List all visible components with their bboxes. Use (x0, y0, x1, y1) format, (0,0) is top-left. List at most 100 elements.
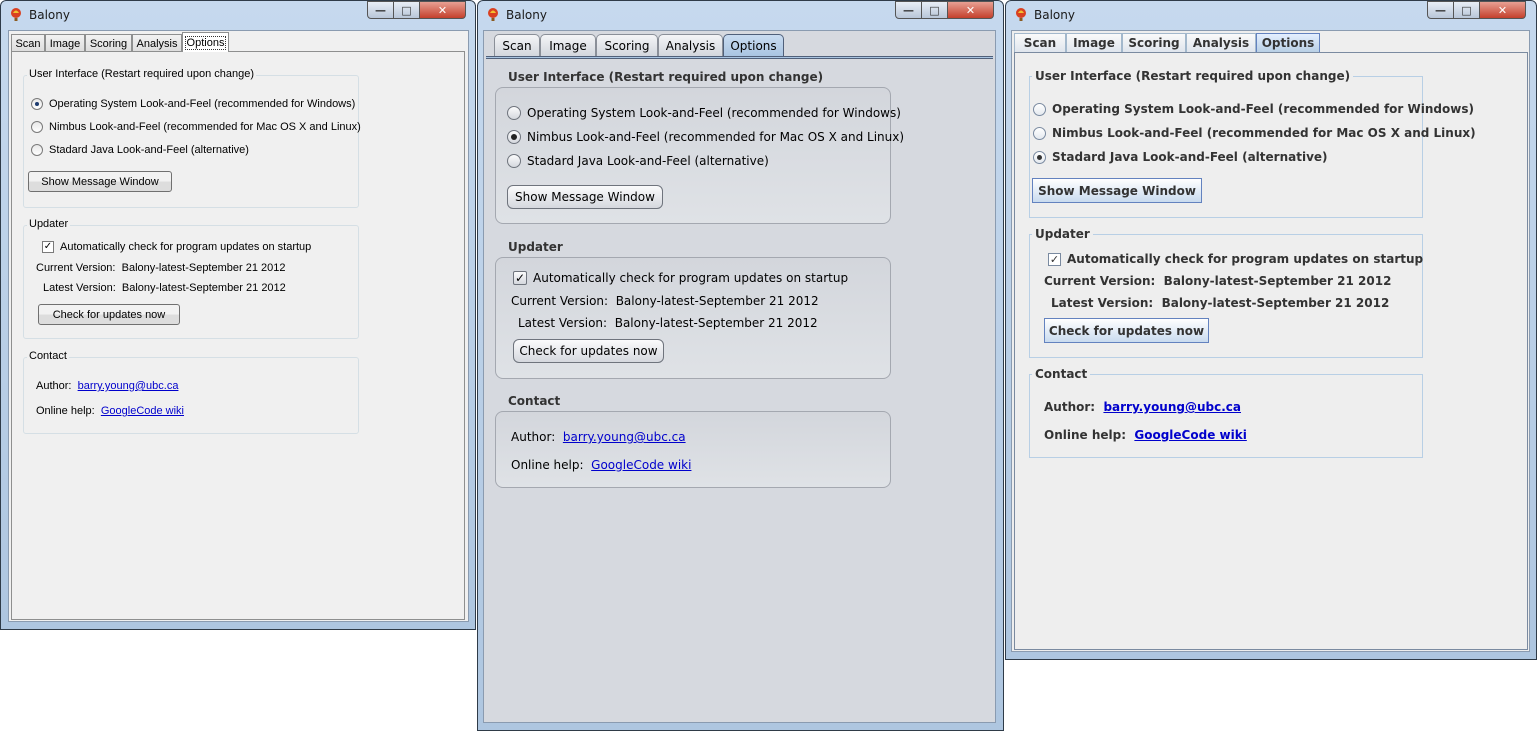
author-email-link[interactable]: barry.young@ubc.ca (1103, 400, 1241, 414)
current-version-row: Current Version: Balony-latest-September… (1044, 274, 1391, 288)
author-label: Author: (36, 380, 72, 392)
close-button[interactable]: ✕ (1480, 1, 1526, 19)
radio-button[interactable] (507, 154, 521, 168)
radio-nimbus-laf[interactable]: Nimbus Look-and-Feel (recommended for Ma… (1033, 126, 1476, 140)
tab-scoring[interactable]: Scoring (1122, 33, 1186, 52)
show-message-window-button[interactable]: Show Message Window (28, 171, 172, 192)
radio-button[interactable] (507, 130, 521, 144)
author-label: Author: (511, 430, 556, 444)
radio-label: Nimbus Look-and-Feel (recommended for Ma… (1052, 126, 1476, 140)
current-version-label: Current Version: (36, 262, 116, 274)
contact-group-title: Contact (27, 350, 69, 362)
author-label: Author: (1044, 400, 1096, 414)
updater-group-title: Updater (27, 218, 71, 230)
tab-label: Scoring (604, 38, 650, 53)
radio-nimbus-laf[interactable]: Nimbus Look-and-Feel (recommended for Ma… (507, 130, 904, 144)
tab-scoring[interactable]: Scoring (596, 34, 658, 56)
minimize-button[interactable]: — (367, 1, 394, 19)
radio-label: Nimbus Look-and-Feel (recommended for Ma… (527, 130, 905, 144)
auto-check-checkbox[interactable]: ✓ Automatically check for program updates… (42, 241, 311, 253)
balony-window-nimbus-laf: Balony — □ ✕ Scan Image Scoring Analysis… (477, 0, 1004, 731)
radio-os-laf[interactable]: Operating System Look-and-Feel (recommen… (507, 106, 901, 120)
tab-analysis[interactable]: Analysis (1186, 33, 1256, 52)
minimize-icon: — (903, 3, 914, 17)
tab-label: Scan (502, 38, 532, 53)
close-button[interactable]: ✕ (420, 1, 466, 19)
show-message-window-button[interactable]: Show Message Window (507, 185, 663, 209)
check-updates-button[interactable]: Check for updates now (1044, 318, 1209, 343)
window-controls: — □ ✕ (1427, 1, 1526, 19)
updater-group-title: Updater (1032, 227, 1093, 241)
latest-version-row: Latest Version: Balony-latest-September … (518, 316, 818, 330)
maximize-button[interactable]: □ (1454, 1, 1480, 19)
close-button[interactable]: ✕ (948, 1, 994, 19)
tab-analysis[interactable]: Analysis (658, 34, 723, 56)
tab-scoring[interactable]: Scoring (85, 34, 132, 52)
tab-image[interactable]: Image (540, 34, 596, 56)
author-email-link[interactable]: barry.young@ubc.ca (563, 430, 686, 444)
latest-version-row: Latest Version: Balony-latest-September … (43, 282, 286, 294)
radio-label: Operating System Look-and-Feel (recommen… (527, 106, 901, 120)
tab-options[interactable]: Options (182, 32, 229, 52)
close-icon: ✕ (965, 3, 976, 17)
radio-label: Stadard Java Look-and-Feel (alternative) (527, 154, 769, 168)
checkbox-label: Automatically check for program updates … (60, 241, 312, 253)
title-bar[interactable]: Balony — □ ✕ (0, 0, 476, 30)
auto-check-checkbox[interactable]: ✓ Automatically check for program updates… (513, 271, 848, 285)
radio-button[interactable] (31, 144, 43, 156)
contact-group (495, 411, 891, 488)
help-wiki-link[interactable]: GoogleCode wiki (1134, 428, 1246, 442)
window-title: Balony (29, 8, 70, 22)
check-updates-button[interactable]: Check for updates now (513, 339, 664, 363)
radio-os-laf[interactable]: Operating System Look-and-Feel (recommen… (1033, 102, 1474, 116)
radio-button[interactable] (507, 106, 521, 120)
radio-label: Operating System Look-and-Feel (recommen… (1052, 102, 1474, 116)
check-updates-button[interactable]: Check for updates now (38, 304, 180, 325)
radio-button[interactable] (1033, 150, 1046, 164)
minimize-icon: — (375, 3, 386, 17)
tab-label: Scan (1023, 36, 1057, 50)
tab-options[interactable]: Options (1256, 33, 1320, 52)
tab-options[interactable]: Options (723, 34, 784, 56)
minimize-button[interactable]: — (1427, 1, 1454, 19)
radio-nimbus-laf[interactable]: Nimbus Look-and-Feel (recommended for Ma… (31, 121, 361, 133)
radio-button[interactable] (1033, 126, 1046, 140)
current-version-value: Balony-latest-September 21 2012 (615, 294, 819, 308)
client-area: Scan Image Scoring Analysis Options User… (8, 30, 469, 622)
radio-button[interactable] (31, 121, 43, 133)
title-bar[interactable]: Balony — □ ✕ (1005, 0, 1537, 30)
checkbox-label: Automatically check for program updates … (533, 271, 849, 285)
auto-check-checkbox[interactable]: ✓ Automatically check for program updates… (1048, 252, 1423, 266)
radio-java-laf[interactable]: Stadard Java Look-and-Feel (alternative) (507, 154, 769, 168)
checkbox-label: Automatically check for program updates … (1067, 252, 1424, 266)
maximize-button[interactable]: □ (922, 1, 948, 19)
options-panel: User Interface (Restart required upon ch… (11, 51, 465, 620)
user-interface-group-title: User Interface (Restart required upon ch… (508, 70, 824, 84)
radio-java-laf[interactable]: Stadard Java Look-and-Feel (alternative) (31, 144, 249, 156)
minimize-button[interactable]: — (895, 1, 922, 19)
radio-button[interactable] (1033, 102, 1046, 116)
contact-group (1029, 374, 1423, 458)
tab-analysis[interactable]: Analysis (132, 34, 182, 52)
checkmark-icon[interactable]: ✓ (1048, 252, 1061, 266)
checkmark-icon[interactable]: ✓ (513, 271, 527, 285)
checkmark-icon[interactable]: ✓ (42, 241, 54, 253)
close-icon: ✕ (437, 3, 448, 17)
tab-scan[interactable]: Scan (494, 34, 540, 56)
tab-scan[interactable]: Scan (11, 34, 45, 52)
show-message-window-button[interactable]: Show Message Window (1032, 178, 1202, 203)
title-bar[interactable]: Balony — □ ✕ (477, 0, 1004, 30)
radio-label: Stadard Java Look-and-Feel (alternative) (1052, 150, 1328, 164)
radio-os-laf[interactable]: Operating System Look-and-Feel (recommen… (31, 98, 355, 110)
tab-scan[interactable]: Scan (1014, 33, 1066, 52)
help-label: Online help: (1044, 428, 1127, 442)
maximize-button[interactable]: □ (394, 1, 420, 19)
latest-version-value: Balony-latest-September 21 2012 (1161, 296, 1390, 310)
help-wiki-link[interactable]: GoogleCode wiki (101, 405, 184, 417)
tab-image[interactable]: Image (1066, 33, 1122, 52)
help-wiki-link[interactable]: GoogleCode wiki (591, 458, 691, 472)
radio-java-laf[interactable]: Stadard Java Look-and-Feel (alternative) (1033, 150, 1328, 164)
author-email-link[interactable]: barry.young@ubc.ca (78, 380, 179, 392)
tab-image[interactable]: Image (45, 34, 85, 52)
radio-button[interactable] (31, 98, 43, 110)
